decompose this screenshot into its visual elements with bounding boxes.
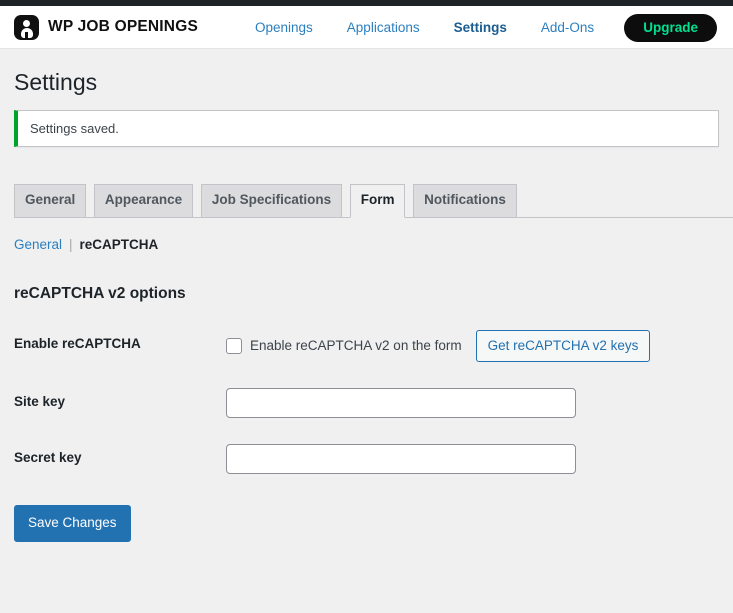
- brand: WP JOB OPENINGS: [14, 14, 198, 40]
- enable-recaptcha-control: Enable reCAPTCHA v2 on the form Get reCA…: [226, 329, 707, 363]
- tab-general[interactable]: General: [14, 183, 87, 217]
- subnav-link-general[interactable]: General: [14, 237, 62, 252]
- get-recaptcha-keys-button[interactable]: Get reCAPTCHA v2 keys: [475, 329, 651, 363]
- tab-notifications[interactable]: Notifications: [413, 183, 517, 217]
- user-badge-icon: [14, 14, 39, 40]
- subnav-current-recaptcha: reCAPTCHA: [79, 236, 159, 252]
- form-row-enable: Enable reCAPTCHA Enable reCAPTCHA v2 on …: [14, 317, 717, 376]
- tab-form[interactable]: Form: [349, 183, 406, 218]
- enable-recaptcha-checkbox[interactable]: [226, 338, 242, 355]
- form-row-secret-key: Secret key: [14, 431, 717, 487]
- secret-key-input[interactable]: [226, 444, 576, 475]
- save-changes-button[interactable]: Save Changes: [14, 505, 131, 542]
- upgrade-button[interactable]: Upgrade: [624, 14, 717, 42]
- page-title: Settings: [14, 69, 98, 95]
- site-key-input[interactable]: [226, 388, 576, 419]
- settings-saved-notice: Settings saved.: [14, 109, 719, 147]
- tab-appearance[interactable]: Appearance: [93, 183, 194, 217]
- recaptcha-form-table: Enable reCAPTCHA Enable reCAPTCHA v2 on …: [14, 317, 717, 488]
- enable-recaptcha-checkbox-label[interactable]: Enable reCAPTCHA v2 on the form: [250, 337, 462, 355]
- nav-link-openings[interactable]: Openings: [255, 20, 313, 35]
- subnav: General | reCAPTCHA: [14, 237, 717, 252]
- settings-wrap: Settings Settings saved. General Appeara…: [0, 68, 733, 542]
- section-heading: reCAPTCHA v2 options: [14, 284, 186, 302]
- label-site-key: Site key: [14, 394, 66, 410]
- form-row-site-key: Site key: [14, 375, 717, 431]
- label-enable-recaptcha: Enable reCAPTCHA: [14, 335, 141, 351]
- nav-link-applications[interactable]: Applications: [347, 20, 420, 35]
- subnav-separator: |: [69, 236, 73, 252]
- tab-job-specifications[interactable]: Job Specifications: [200, 183, 343, 217]
- nav-link-settings[interactable]: Settings: [454, 20, 507, 35]
- label-secret-key: Secret key: [14, 450, 82, 466]
- nav-link-addons[interactable]: Add-Ons: [541, 20, 594, 35]
- brand-name: WP JOB OPENINGS: [48, 18, 198, 35]
- submit-area: Save Changes: [14, 495, 717, 542]
- main-nav: Openings Applications Settings Add-Ons: [255, 20, 594, 35]
- plugin-header: WP JOB OPENINGS Openings Applications Se…: [0, 6, 733, 49]
- settings-tabs: General Appearance Job Specifications Fo…: [14, 174, 733, 218]
- notice-message: Settings saved.: [30, 120, 119, 136]
